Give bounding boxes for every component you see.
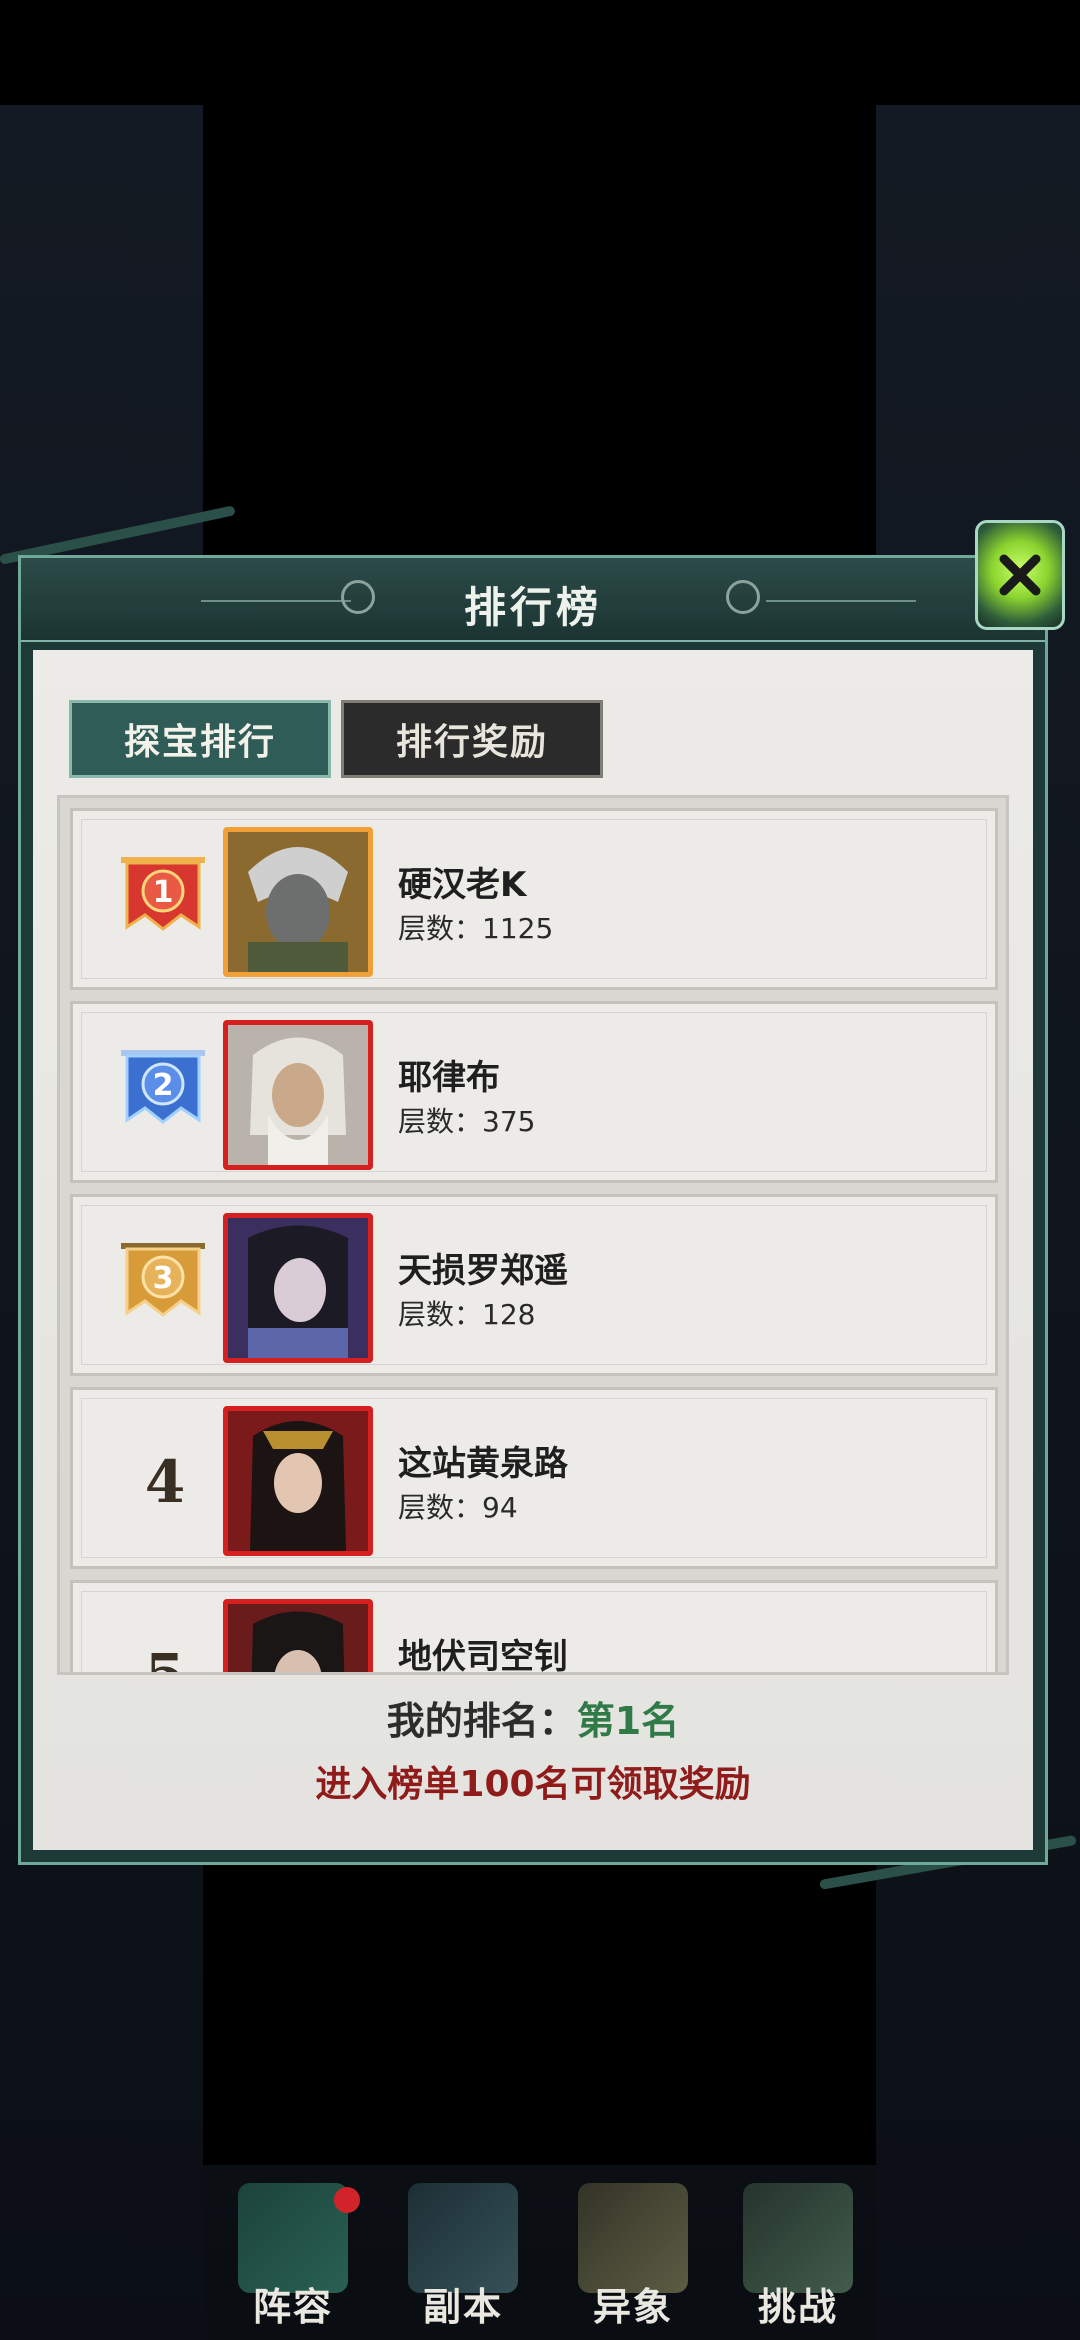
rank-banner-gold-red-icon: 1 — [113, 849, 213, 949]
my-rank-label: 我的排名： — [386, 1699, 577, 1743]
floor-label: 层数： — [398, 1105, 483, 1138]
notification-dot — [334, 2187, 360, 2213]
floor-count: 层数：94 — [398, 1486, 518, 1526]
tab-ranking-rewards[interactable]: 排行奖励 — [341, 700, 603, 778]
avatar[interactable] — [223, 1599, 373, 1672]
player-name: 地伏司空钊 — [398, 1637, 568, 1675]
nav-challenge[interactable]: 挑战 — [723, 2175, 873, 2335]
rank-banner-bronze-icon: 3 — [113, 1235, 213, 1335]
rank-number: 4 — [144, 1448, 186, 1516]
floor-count: 层数：1125 — [398, 907, 553, 947]
rank-banner-blue-icon: 2 — [113, 1042, 213, 1142]
avatar[interactable] — [223, 1020, 373, 1170]
floor-count: 层数：375 — [398, 1100, 535, 1140]
nav-lineup[interactable]: 阵容 — [218, 2175, 368, 2335]
modal-title: 排行榜 — [463, 583, 602, 632]
my-rank: 我的排名：第1名 — [33, 1690, 1033, 1745]
avatar[interactable] — [223, 827, 373, 977]
floor-value: 94 — [482, 1491, 518, 1524]
floor-label: 层数： — [398, 1298, 483, 1331]
rank-number: 3 — [152, 1261, 174, 1296]
floor-label: 层数： — [398, 912, 483, 945]
leaderboard-modal: 排行榜 探宝排行 排行奖励 1 硬汉老K 层数：1125 2 耶律布 层数：37… — [18, 555, 1048, 1865]
nav-label: 阵容 — [252, 2285, 333, 2329]
nav-dungeon[interactable]: 副本 — [388, 2175, 538, 2335]
reward-hint: 进入榜单100名可领取奖励 — [315, 1764, 751, 1805]
close-button[interactable] — [975, 520, 1065, 630]
ranking-row-1[interactable]: 1 硬汉老K 层数：1125 — [70, 808, 998, 990]
header-swirl-right-icon — [726, 580, 760, 614]
floor-value: 375 — [482, 1105, 536, 1138]
my-rank-value: 第1名 — [576, 1699, 680, 1743]
rank-number: 2 — [152, 1068, 174, 1103]
floor-value: 128 — [482, 1298, 536, 1331]
tab-treasure-ranking[interactable]: 探宝排行 — [69, 700, 331, 778]
header-line-right — [766, 600, 916, 602]
nav-anomaly[interactable]: 异象 — [558, 2175, 708, 2335]
nav-label: 挑战 — [757, 2285, 838, 2329]
ranking-row-4[interactable]: 4 这站黄泉路 层数：94 — [70, 1387, 998, 1569]
nav-label: 副本 — [422, 2285, 503, 2329]
ranking-row-2[interactable]: 2 耶律布 层数：375 — [70, 1001, 998, 1183]
floor-count: 层数：128 — [398, 1293, 535, 1333]
rank-number: 5 — [144, 1641, 186, 1675]
avatar[interactable] — [223, 1406, 373, 1556]
floor-label: 层数： — [398, 1491, 483, 1524]
avatar[interactable] — [223, 1213, 373, 1363]
close-icon — [999, 554, 1041, 596]
player-name: 硬汉老K — [398, 865, 527, 905]
floor-value: 1125 — [482, 912, 554, 945]
bottom-navigation: 阵容 副本 异象 挑战 — [203, 2165, 876, 2340]
player-name: 天损罗郑遥 — [398, 1251, 568, 1291]
modal-header: 排行榜 — [21, 558, 1045, 642]
modal-body: 探宝排行 排行奖励 1 硬汉老K 层数：1125 2 耶律布 层数：375 3 … — [33, 650, 1033, 1850]
ranking-row-3[interactable]: 3 天损罗郑遥 层数：128 — [70, 1194, 998, 1376]
ranking-row-5[interactable]: 5 地伏司空钊 — [70, 1580, 998, 1675]
player-name: 这站黄泉路 — [398, 1444, 568, 1484]
nav-label: 异象 — [592, 2285, 673, 2329]
player-name: 耶律布 — [398, 1058, 500, 1098]
rank-number: 1 — [152, 875, 174, 910]
ranking-list[interactable]: 1 硬汉老K 层数：1125 2 耶律布 层数：375 3 天损罗郑遥 层数：1… — [57, 795, 1009, 1675]
